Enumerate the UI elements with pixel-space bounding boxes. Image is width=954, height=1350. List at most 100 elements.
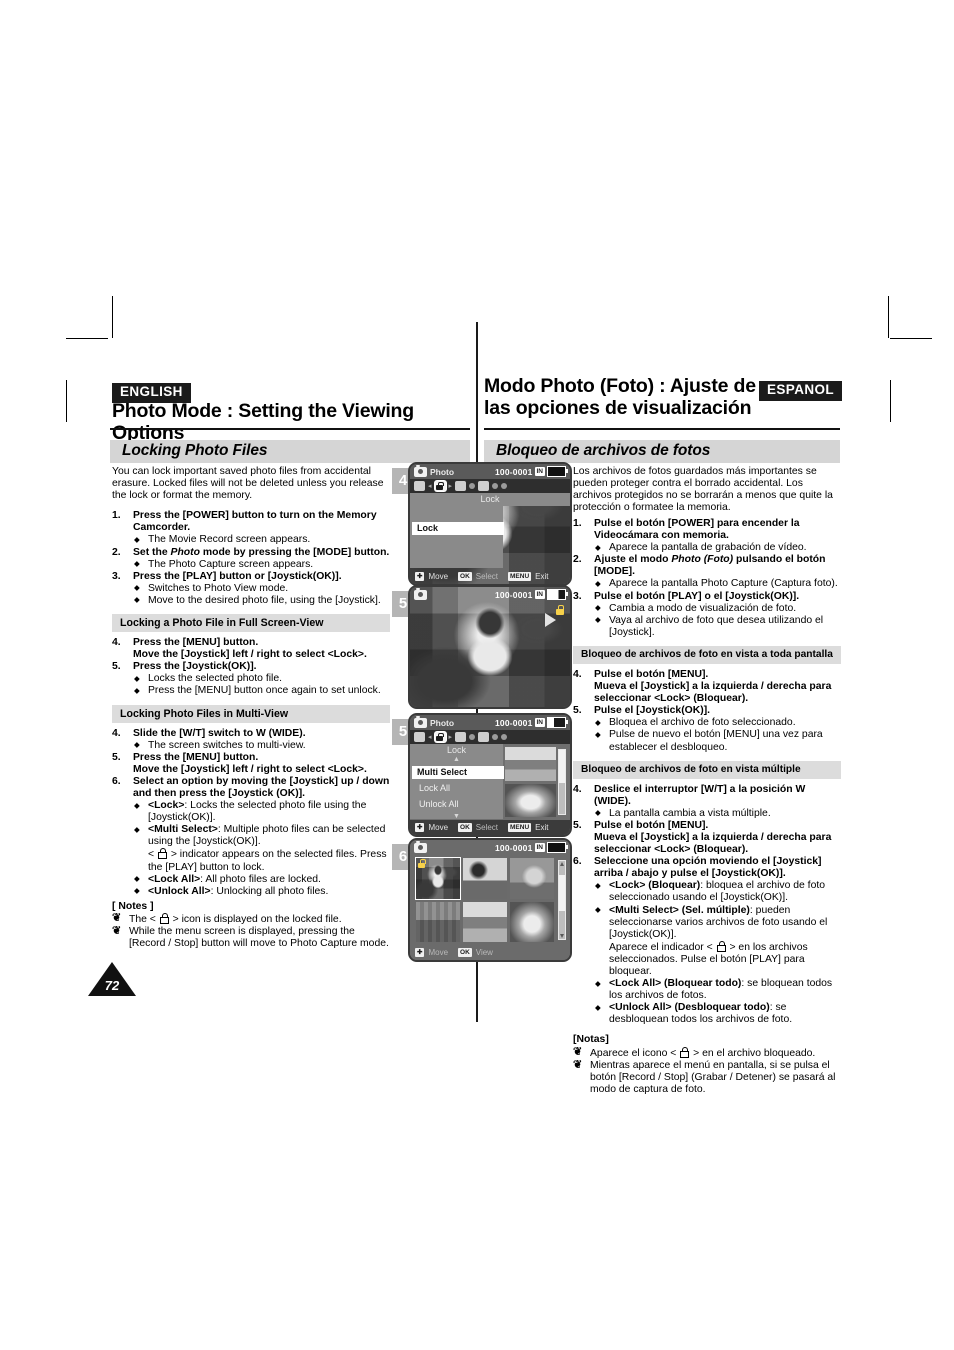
lock-body <box>417 862 425 868</box>
file-number: 100-0001 <box>494 717 533 728</box>
step-line-1: Press the [MENU] button. <box>133 751 259 763</box>
lock-icon[interactable] <box>434 481 446 491</box>
battery-icon <box>547 466 568 477</box>
storage-badge: IN <box>534 467 545 476</box>
step-number: 1. <box>573 518 582 529</box>
step-line-1: Press the [MENU] button. <box>133 637 259 649</box>
lcd-status-bar: 100-0001 IN <box>410 840 570 855</box>
page-number: 72 <box>104 978 120 993</box>
delete-icon[interactable] <box>414 481 425 491</box>
scroll-up-arrow-icon[interactable] <box>560 862 564 866</box>
status-right-group: 100-0001 IN <box>495 589 568 600</box>
thumbnail[interactable] <box>505 747 556 781</box>
thumbnail[interactable] <box>510 901 554 942</box>
step-line-1: Pulse el [Joystick(OK)]. <box>594 705 711 717</box>
step-text-post: mode by pressing the [MODE] button. <box>199 546 390 558</box>
step-item: 5. Press the [Joystick(OK)]. Locks the s… <box>112 661 390 697</box>
bullet-item: The screen switches to multi-view. <box>133 739 390 752</box>
chevron-right-icon: ▸ <box>448 734 453 741</box>
lcd-guide-bar: ✚ Move OK View <box>410 945 570 960</box>
step-item: 5. Pulse el botón [MENU]. Mueva el [Joys… <box>573 820 841 856</box>
steps-multi-view-espanol: 4. Deslice el interruptor [W/T] a la pos… <box>573 784 841 1027</box>
option-item: <Lock All>: All photo files are locked. <box>133 873 390 886</box>
step-item: 6. Seleccione una opción moviendo el [Jo… <box>573 856 841 1026</box>
section-header-english: Locking Photo Files <box>110 440 470 463</box>
menu-item-multi-select[interactable]: Multi Select <box>412 766 504 779</box>
lock-icon[interactable] <box>434 732 446 742</box>
menu-icon-row[interactable]: ◂ ▸ <box>410 730 570 744</box>
step-item: 2. Ajuste el modo Photo (Foto) pulsando … <box>573 554 841 590</box>
crop-mark-top-left-vertical <box>112 296 113 338</box>
step-text-pre: Ajuste el modo <box>594 554 672 566</box>
language-tag-espanol: ESPANOL <box>759 381 843 401</box>
ok-key-icon: OK <box>458 948 472 957</box>
note-text-post: > en el archivo bloqueado. <box>690 1047 816 1059</box>
scrollbar[interactable] <box>558 749 566 815</box>
option-item: <Multi Select> (Sel. múltiple): pueden s… <box>594 904 841 979</box>
step-number: 4. <box>112 637 121 649</box>
print-mark-icon[interactable] <box>478 732 490 742</box>
option-extra-post: > indicator appears on the selected file… <box>148 849 387 873</box>
mode-label: Photo <box>430 466 455 477</box>
page-title-espanol: Modo Photo (Foto) : Ajuste de las opcion… <box>484 375 756 419</box>
storage-badge: IN <box>534 718 545 727</box>
note-item: The < > icon is displayed on the locked … <box>112 912 390 926</box>
notes-list-espanol: Aparece el icono < > en el archivo bloqu… <box>573 1046 841 1096</box>
thumbnail-selected[interactable] <box>415 857 461 900</box>
subsection-multi-view-espanol: Bloqueo de archivos de foto en vista múl… <box>573 760 841 779</box>
note-item: While the menu screen is displayed, pres… <box>112 925 390 950</box>
menu-panel[interactable]: ▲ Multi Select Lock All Unlock All ▼ <box>410 756 504 820</box>
scrollbar-thumb[interactable] <box>559 750 565 784</box>
thumbnail[interactable] <box>416 901 460 942</box>
menu-item-unlock-all[interactable]: Unlock All <box>414 798 499 811</box>
option-extra-pre: Aparece el indicador < <box>609 941 716 953</box>
crop-mark-top-right-horizontal <box>890 338 932 339</box>
scrollbar[interactable] <box>558 860 566 940</box>
photo-mode-icon <box>414 588 427 600</box>
menu-key-icon: MENU <box>508 823 532 832</box>
battery-icon <box>547 717 568 728</box>
delete-icon[interactable] <box>414 732 425 742</box>
scrollbar-thumb[interactable] <box>559 875 565 911</box>
scroll-up-caret-icon[interactable]: ▲ <box>410 756 503 763</box>
scroll-down-arrow-icon[interactable] <box>560 934 564 938</box>
step-item: 4. Press the [MENU] button. Move the [Jo… <box>112 637 390 661</box>
lock-icon <box>680 1046 690 1058</box>
intro-paragraph-espanol: Los archivos de fotos guardados más impo… <box>573 466 833 514</box>
bullet-item: Press the [MENU] button once again to se… <box>133 685 390 697</box>
joystick-key-icon: ✚ <box>415 948 425 957</box>
step-number: 2. <box>112 546 121 558</box>
copy-icon[interactable] <box>455 481 467 491</box>
menu-item-lock[interactable]: Lock <box>412 522 504 535</box>
menu-panel[interactable]: Lock <box>410 506 504 568</box>
menu-key-icon: MENU <box>508 572 532 581</box>
step-text: Press the [PLAY] button or [Joystick(OK)… <box>133 570 342 582</box>
menu-item-lock-all[interactable]: Lock All <box>414 782 499 795</box>
steps-full-screen-english: 4. Press the [MENU] button. Move the [Jo… <box>112 637 390 697</box>
step-line-2: Mueva el [Joystick] a la izquierda / der… <box>594 831 832 856</box>
step-item: 3. Pulse el botón [PLAY] o el [Joystick(… <box>573 591 841 639</box>
thumbnail[interactable] <box>463 901 507 942</box>
step-item: 1. Press the [POWER] button to turn on t… <box>112 510 390 546</box>
guide-exit-label: Exit <box>535 823 549 832</box>
spanish-intro-block: Los archivos de fotos guardados más impo… <box>573 466 841 522</box>
print-mark-icon[interactable] <box>478 481 490 491</box>
separator-dot-icon <box>501 483 508 489</box>
step-number: 6. <box>573 856 582 868</box>
storage-badge: IN <box>534 843 545 852</box>
joystick-key-icon: ✚ <box>415 823 425 832</box>
thumbnail[interactable] <box>505 783 556 817</box>
thumbnail[interactable] <box>510 858 554 899</box>
step-bullets: The Photo Capture screen appears. <box>133 558 390 571</box>
option-label: <Multi Select> <box>148 824 218 836</box>
menu-icon-row[interactable]: ◂ ▸ <box>410 479 570 493</box>
bullet-item: Vaya al archivo de foto que desea utiliz… <box>594 614 841 639</box>
lcd-screen: Photo 100-0001 IN ◂ ▸ <box>408 713 572 837</box>
step-text: Pulse el botón [POWER] para encender la … <box>594 518 800 542</box>
mode-label: Photo <box>430 717 455 728</box>
thumbnail[interactable] <box>463 858 507 899</box>
step-line-2: Move the [Joystick] left / right to sele… <box>133 649 367 661</box>
copy-icon[interactable] <box>455 732 467 742</box>
step-text-emphasis: Photo (Foto) <box>671 554 734 566</box>
guide-move-label: Move <box>428 572 449 581</box>
